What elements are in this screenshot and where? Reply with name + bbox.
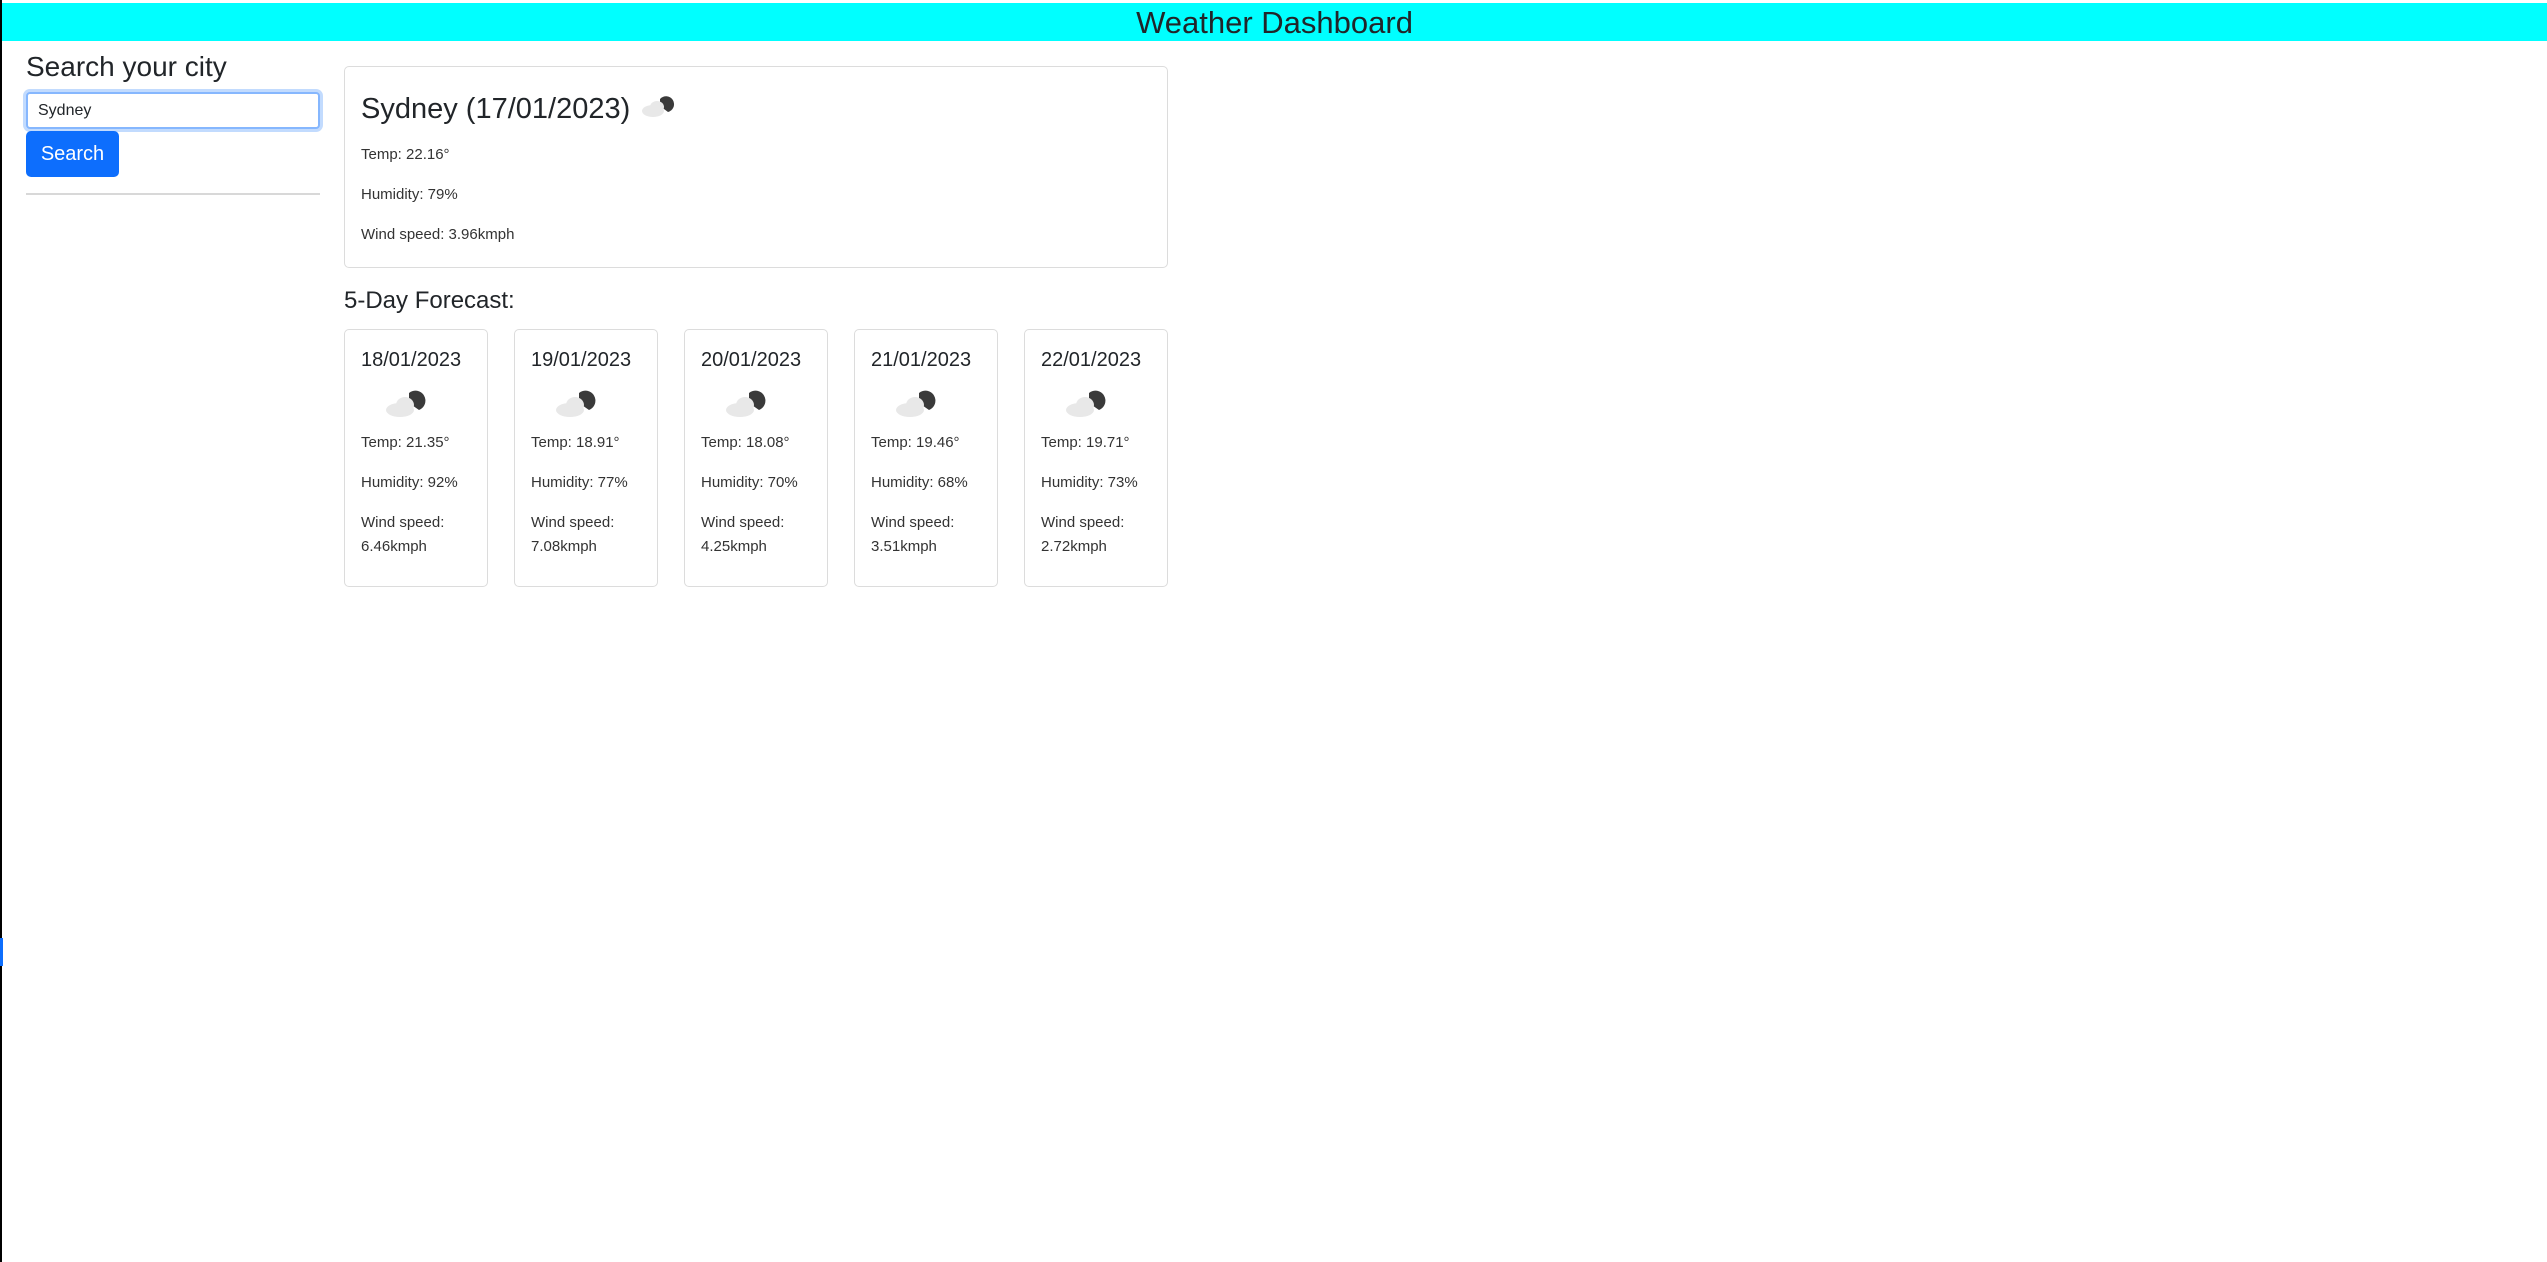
page-header: Weather Dashboard [2, 3, 2547, 41]
window-edge-accent [0, 938, 3, 966]
forecast-date: 22/01/2023 [1041, 349, 1142, 371]
forecast-heading: 5-Day Forecast: [344, 287, 515, 314]
search-history-divider [26, 193, 320, 195]
forecast-humidity: Humidity: 68% [871, 474, 968, 491]
forecast-wind-value: 7.08kmph [531, 538, 597, 555]
forecast-date: 21/01/2023 [871, 349, 972, 371]
forecast-wind-label: Wind speed: [361, 514, 445, 531]
forecast-date: 19/01/2023 [531, 349, 632, 371]
city-search-input[interactable] [26, 92, 320, 129]
forecast-wind-label: Wind speed: [1041, 514, 1125, 531]
forecast-wind-label: Wind speed: [871, 514, 955, 531]
forecast-wind-value: 4.25kmph [701, 538, 767, 555]
forecast-card: 22/01/2023 Temp: 19.71° Humidity: 73% Wi… [1024, 329, 1168, 587]
forecast-wind-label: Wind speed: [531, 514, 615, 531]
forecast-card: 21/01/2023 Temp: 19.46° Humidity: 68% Wi… [854, 329, 998, 587]
forecast-date: 20/01/2023 [701, 349, 802, 371]
forecast-temp: Temp: 19.46° [871, 434, 960, 451]
forecast-temp: Temp: 21.35° [361, 434, 450, 451]
partly-cloudy-night-icon [640, 89, 676, 129]
partly-cloudy-night-icon [725, 388, 769, 423]
forecast-humidity: Humidity: 77% [531, 474, 628, 491]
forecast-humidity: Humidity: 70% [701, 474, 798, 491]
page-title: Weather Dashboard [1136, 5, 1413, 40]
search-sidebar: Search your city Search [26, 48, 320, 195]
partly-cloudy-night-icon [555, 388, 599, 423]
forecast-wind-value: 3.51kmph [871, 538, 937, 555]
forecast-temp: Temp: 18.08° [701, 434, 790, 451]
forecast-card: 20/01/2023 Temp: 18.08° Humidity: 70% Wi… [684, 329, 828, 587]
forecast-card: 18/01/2023 Temp: 21.35° Humidity: 92% Wi… [344, 329, 488, 587]
weather-main: Sydney (17/01/2023) Temp: 22.16° Humidit… [344, 66, 1168, 587]
current-city-date: Sydney (17/01/2023) [361, 93, 631, 125]
partly-cloudy-night-icon [385, 388, 429, 423]
forecast-temp: Temp: 18.91° [531, 434, 620, 451]
window-left-edge [0, 0, 2, 1262]
forecast-card: 19/01/2023 Temp: 18.91° Humidity: 77% Wi… [514, 329, 658, 587]
partly-cloudy-night-icon [1065, 388, 1109, 423]
current-weather-card: Sydney (17/01/2023) Temp: 22.16° Humidit… [344, 66, 1168, 268]
current-wind-speed: Wind speed: 3.96kmph [361, 226, 515, 243]
forecast-humidity: Humidity: 92% [361, 474, 458, 491]
forecast-list: 18/01/2023 Temp: 21.35° Humidity: 92% Wi… [344, 329, 1168, 587]
forecast-wind-value: 6.46kmph [361, 538, 427, 555]
forecast-temp: Temp: 19.71° [1041, 434, 1130, 451]
current-temp: Temp: 22.16° [361, 146, 450, 163]
forecast-date: 18/01/2023 [361, 349, 462, 371]
search-button[interactable]: Search [26, 131, 119, 177]
current-humidity: Humidity: 79% [361, 186, 458, 203]
forecast-humidity: Humidity: 73% [1041, 474, 1138, 491]
search-heading: Search your city [26, 51, 227, 82]
forecast-wind-label: Wind speed: [701, 514, 785, 531]
forecast-wind-value: 2.72kmph [1041, 538, 1107, 555]
current-weather-title: Sydney (17/01/2023) [361, 89, 1151, 129]
partly-cloudy-night-icon [895, 388, 939, 423]
